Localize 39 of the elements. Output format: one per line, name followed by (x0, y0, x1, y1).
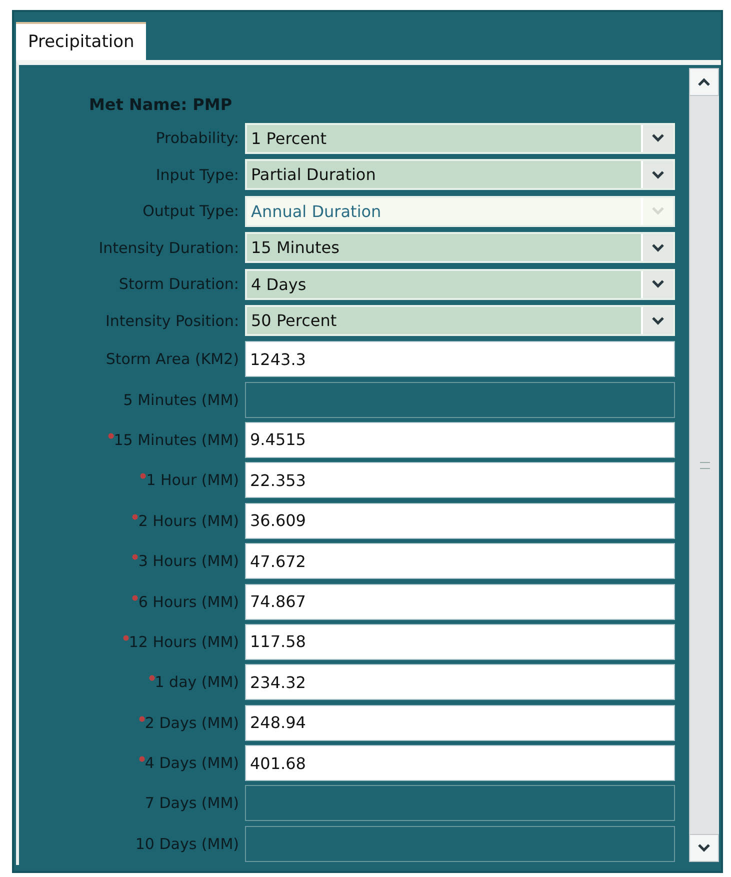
dropdown[interactable]: 1 Percent (245, 122, 675, 154)
input-field[interactable]: 74.867 (245, 584, 675, 620)
input-field[interactable]: 36.609 (245, 502, 675, 539)
input-field[interactable]: 9.4515 (245, 422, 675, 458)
scroll-up-icon[interactable] (689, 68, 719, 96)
input-field[interactable]: 234.32 (245, 664, 675, 700)
dropdown[interactable]: 15 Minutes (245, 232, 675, 264)
field-label: 6 Hours (MM) (132, 592, 239, 611)
field-label: 12 Hours (MM) (122, 632, 239, 651)
scroll-down-icon[interactable] (689, 834, 719, 862)
field-label: Storm Duration: (118, 275, 239, 294)
field-label: 7 Days (MM) (144, 794, 239, 812)
field-label: Intensity Position: (104, 312, 239, 330)
field-label: 2 Days (MM) (138, 714, 239, 732)
field-label: 15 Minutes (MM) (108, 430, 239, 449)
field-label: Storm Area (KM2) (106, 350, 239, 368)
field-label: 5 Minutes (MM) (123, 390, 239, 409)
field-label: Probability: (154, 129, 239, 148)
input-field[interactable]: 1243.3 (245, 341, 675, 378)
field-label: 10 Days (MM) (135, 834, 239, 853)
input-field[interactable]: 401.68 (245, 745, 675, 782)
field-label: 4 Days (MM) (138, 754, 239, 772)
input-field[interactable]: 117.58 (245, 624, 675, 660)
met-name-label: Met Name: PMP (89, 94, 232, 114)
field-label: 1 Hour (MM) (140, 471, 239, 490)
field-label: Intensity Duration: (98, 238, 239, 257)
field-label: 1 day (MM) (148, 673, 239, 692)
input-field[interactable]: 22.353 (245, 462, 675, 498)
dropdown[interactable]: 50 Percent (245, 305, 675, 336)
tab[interactable]: Precipitation (16, 22, 146, 60)
field-label: 2 Hours (MM) (132, 512, 239, 530)
input-field[interactable]: 248.94 (245, 704, 675, 741)
input-field[interactable]: 47.672 (245, 543, 675, 580)
field-label: Output Type: (142, 202, 239, 220)
field-label: Input Type: (154, 166, 239, 184)
grip-icon (700, 462, 710, 468)
dropdown[interactable]: 4 Days (245, 268, 675, 300)
dropdown[interactable]: Partial Duration (245, 159, 675, 190)
field-label: 3 Hours (MM) (132, 552, 239, 570)
